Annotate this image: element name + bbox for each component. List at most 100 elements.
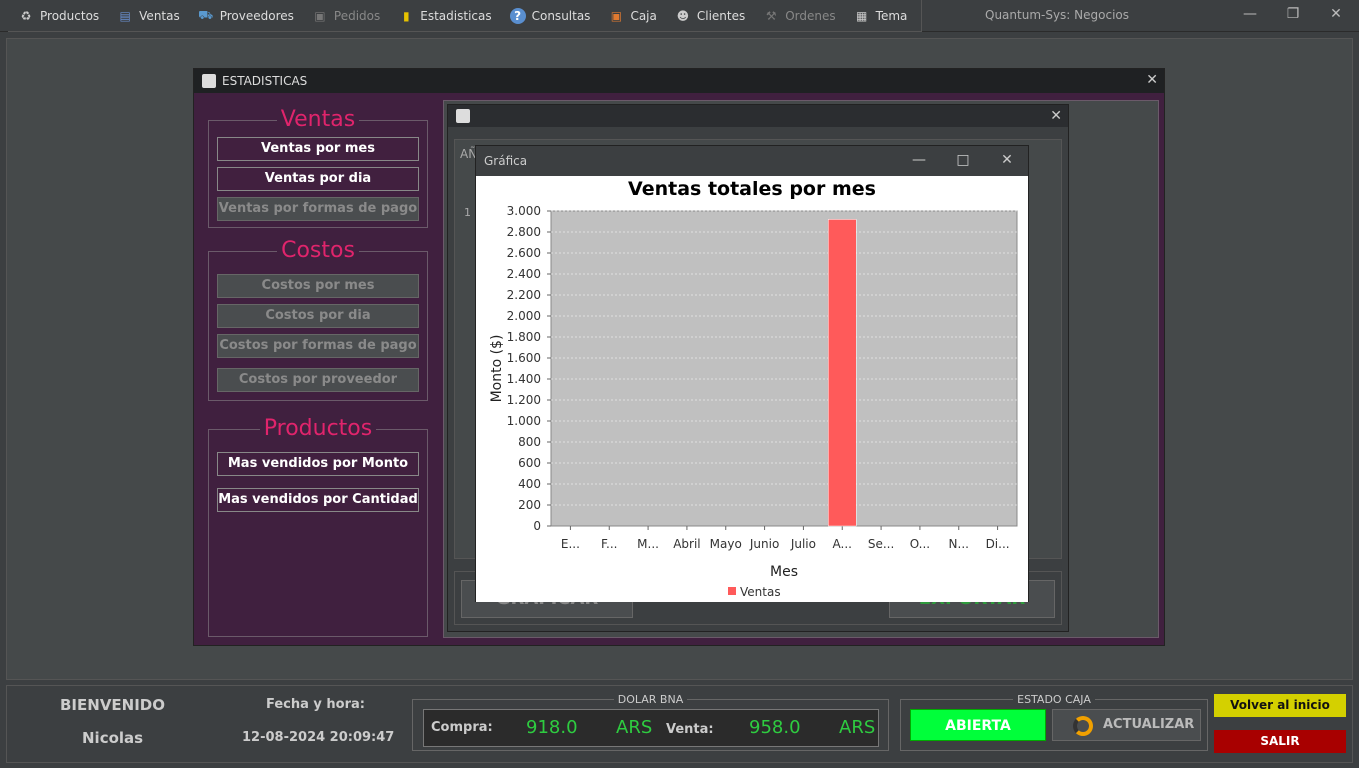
close-icon[interactable]: ✕ (1050, 108, 1062, 124)
hammer-icon: ⚒ (765, 8, 777, 23)
costos-por-formas-de-pago-button[interactable]: Costos por formas de pago (217, 334, 419, 358)
chart-area: Ventas totales por mes 0 200 400 600 800 1.00… (476, 176, 1028, 602)
java-icon (456, 109, 470, 123)
y-axis-label: Monto ($) (489, 335, 505, 403)
menu-label: Consultas (531, 8, 591, 23)
refresh-icon (1073, 716, 1093, 736)
bar-A... (828, 219, 857, 527)
x-tick-label: Mayo (710, 537, 742, 551)
restore-icon[interactable]: ❐ (1283, 6, 1303, 22)
y-tick-label: 2.400 (507, 267, 541, 281)
y-tick-label: 200 (518, 498, 541, 512)
ventas-por-formas-de-pago-button[interactable]: Ventas por formas de pago (217, 197, 419, 221)
menu-consultas[interactable]: ? Consultas (500, 0, 599, 32)
bienvenido-label: BIENVENIDO (60, 696, 166, 714)
y-tick-label: 1.600 (507, 351, 541, 365)
caja-estado-button[interactable]: ABIERTA (910, 709, 1046, 741)
costos-por-mes-button[interactable]: Costos por mes (217, 274, 419, 298)
menu-label: Productos (40, 8, 100, 23)
mas-vendidos-cantidad-button[interactable]: Mas vendidos por Cantidad (217, 488, 419, 512)
compra-label: Compra: (431, 720, 493, 735)
menu-label: Caja (630, 8, 657, 23)
y-tick-label: 0 (533, 519, 541, 533)
y-tick-label: 2.600 (507, 246, 541, 260)
menu-label: Pedidos (333, 8, 381, 23)
costos-group: Costos Costos por mes Costos por dia Cos… (208, 238, 428, 401)
menu-pedidos[interactable]: ▣ Pedidos (302, 0, 388, 32)
x-tick-label: Junio (749, 537, 779, 551)
actualizar-label: ACTUALIZAR (1103, 717, 1195, 732)
y-tick-label: 2.000 (507, 309, 541, 323)
menu-tema[interactable]: ▦ Tema (844, 0, 916, 32)
table-row-number: 1 (464, 206, 471, 219)
close-icon[interactable]: ✕ (1326, 6, 1346, 22)
x-tick-label: M... (637, 537, 659, 551)
x-tick-label: N... (949, 537, 969, 551)
venta-value: 958.0 (749, 717, 801, 738)
bottle-icon: ♻ (20, 8, 32, 23)
y-tick-label: 800 (518, 435, 541, 449)
y-tick-label: 600 (518, 456, 541, 470)
costos-por-dia-button[interactable]: Costos por dia (217, 304, 419, 328)
ventas-group-title: Ventas (276, 107, 360, 132)
minimize-icon[interactable]: — (1240, 6, 1260, 22)
estadisticas-titlebar[interactable]: ESTADISTICAS ✕ (194, 69, 1164, 93)
x-tick-label: O... (910, 537, 930, 551)
caja-title-wrap: ESTADO CAJA (900, 693, 1208, 706)
menu-bar: ♻ Productos ▤ Ventas ⛟ Proveedores ▣ Pedidos ▮ Es… (0, 0, 1359, 32)
menu-clientes[interactable]: ☻ Clientes (665, 0, 753, 32)
caja-title: ESTADO CAJA (1013, 693, 1095, 706)
dolar-title-wrap: DOLAR BNA (412, 693, 889, 706)
menu-proveedores[interactable]: ⛟ Proveedores (188, 0, 302, 32)
menu-label: Estadisticas (420, 8, 492, 23)
java-icon (202, 74, 216, 88)
venta-label: Venta: (666, 722, 714, 737)
y-tick-label: 3.000 (507, 204, 541, 218)
y-tick-label: 1.400 (507, 372, 541, 386)
grafica-titlebar[interactable]: Gráfica — □ ✕ (476, 146, 1028, 176)
compra-value: 918.0 (526, 717, 578, 738)
menu-estadisticas[interactable]: ▮ Estadisticas (388, 0, 499, 32)
ventas-por-mes-button[interactable]: Ventas por mes (217, 137, 419, 161)
menu-ventas[interactable]: ▤ Ventas (107, 0, 188, 32)
volver-inicio-button[interactable]: Volver al inicio (1214, 694, 1346, 717)
y-tick-label: 2.800 (507, 225, 541, 239)
safe-icon: ▣ (610, 8, 623, 23)
bar-chart-icon: ▮ (402, 8, 410, 23)
x-tick-label: Di... (986, 537, 1010, 551)
maximize-icon[interactable]: □ (953, 152, 973, 168)
menu-caja[interactable]: ▣ Caja (598, 0, 664, 32)
x-tick-label: E... (561, 537, 580, 551)
close-icon[interactable]: ✕ (997, 152, 1017, 168)
venta-currency: ARS (839, 717, 876, 738)
menu-label: Clientes (696, 8, 746, 23)
plot-background (550, 210, 1018, 527)
boxes-icon: ▣ (314, 8, 326, 23)
costos-group-title: Costos (277, 238, 359, 263)
menu-ordenes[interactable]: ⚒ Ordenes (753, 0, 843, 32)
theme-icon: ▦ (855, 8, 868, 23)
estadisticas-title: ESTADISTICAS (222, 74, 308, 88)
close-icon[interactable]: ✕ (1146, 72, 1158, 88)
productos-group: Productos Mas vendidos por Monto Mas ven… (208, 416, 428, 637)
minimize-icon[interactable]: — (909, 152, 929, 168)
ventas-por-dia-button[interactable]: Ventas por dia (217, 167, 419, 191)
actualizar-button[interactable]: ACTUALIZAR (1052, 709, 1201, 741)
x-axis-label: Mes (770, 564, 798, 580)
bar-chart: 0 200 400 600 800 1.000 1.200 1.400 1.600 1.800 2.… (489, 204, 1018, 599)
menu-productos[interactable]: ♻ Productos (8, 0, 107, 32)
help-icon: ? (509, 7, 526, 24)
dolar-title: DOLAR BNA (613, 693, 688, 706)
legend-label: Ventas (740, 585, 781, 599)
salir-button[interactable]: SALIR (1214, 730, 1346, 753)
y-tick-label: 2.200 (507, 288, 541, 302)
mas-vendidos-monto-button[interactable]: Mas vendidos por Monto (217, 452, 419, 476)
fecha-label: Fecha y hora: (266, 697, 365, 712)
inner-titlebar[interactable]: ✕ (448, 105, 1068, 127)
menu-label: Tema (875, 8, 908, 23)
menu-items: ♻ Productos ▤ Ventas ⛟ Proveedores ▣ Pedidos ▮ Es… (8, 0, 923, 32)
costos-por-proveedor-button[interactable]: Costos por proveedor (217, 368, 419, 392)
ventas-group: Ventas Ventas por mes Ventas por dia Ven… (208, 107, 428, 228)
compra-currency: ARS (616, 717, 653, 738)
people-icon: ☻ (676, 8, 690, 23)
